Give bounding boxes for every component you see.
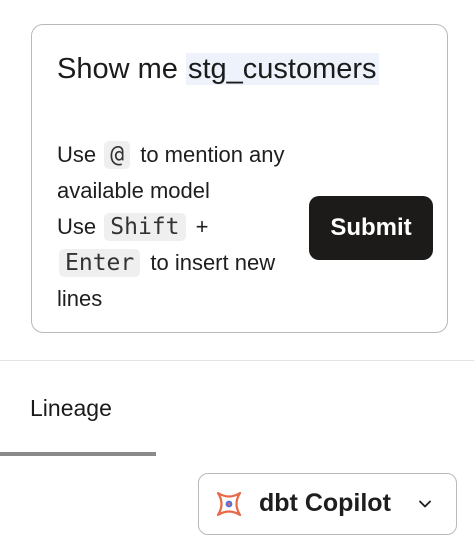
- prompt-card: Show me stg_customers Use @ to mention a…: [31, 24, 448, 333]
- dbt-copilot-logo-icon: [216, 491, 242, 517]
- help-use-label: Use: [57, 142, 103, 167]
- submit-button[interactable]: Submit: [309, 196, 433, 260]
- dbt-copilot-button[interactable]: dbt Copilot: [198, 473, 457, 535]
- model-mention: stg_customers: [185, 53, 379, 85]
- at-key: @: [104, 141, 131, 169]
- tab-active-indicator: [0, 452, 156, 456]
- help-text: Use @ to mention any available model Use…: [57, 137, 287, 317]
- dbt-copilot-label: dbt Copilot: [259, 489, 391, 517]
- shift-key: Shift: [104, 213, 186, 241]
- tab-lineage[interactable]: Lineage: [0, 378, 156, 456]
- divider: [0, 360, 474, 361]
- chevron-down-icon: [419, 500, 431, 508]
- tab-lineage-label: Lineage: [30, 395, 112, 421]
- help-use-label-2: Use: [57, 214, 103, 239]
- enter-key: Enter: [59, 249, 141, 277]
- help-plus: +: [189, 214, 209, 239]
- prompt-input[interactable]: Show me stg_customers: [57, 49, 379, 89]
- prompt-text: Show me: [57, 53, 186, 85]
